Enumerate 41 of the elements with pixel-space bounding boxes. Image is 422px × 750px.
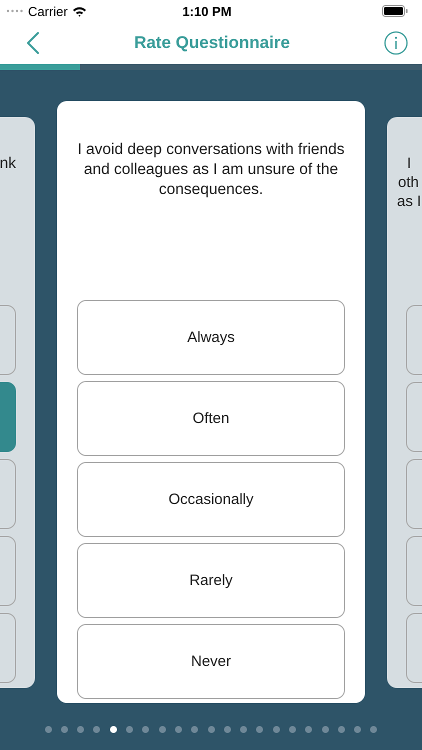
page-dot[interactable] — [322, 726, 329, 733]
page-dot[interactable] — [208, 726, 214, 733]
page-dot[interactable] — [142, 726, 150, 733]
carrier-name: Carrier — [28, 4, 68, 18]
page-dot[interactable] — [256, 726, 264, 733]
info-button[interactable] — [384, 31, 408, 55]
page-dot[interactable] — [305, 726, 312, 733]
answer-option[interactable]: Occasionally — [77, 462, 345, 537]
answer-option[interactable]: Often — [77, 381, 345, 456]
answer-option[interactable]: Always — [77, 300, 345, 375]
page-dot[interactable] — [77, 726, 84, 733]
page-dot[interactable] — [158, 726, 166, 733]
page-dot[interactable] — [370, 726, 378, 733]
page-dot[interactable] — [224, 726, 231, 733]
info-icon — [384, 31, 408, 55]
page-dot[interactable] — [191, 726, 198, 733]
page-dot[interactable] — [44, 726, 52, 733]
page-dot[interactable] — [174, 726, 182, 733]
page-dot[interactable] — [240, 726, 248, 733]
page-dot[interactable] — [93, 726, 100, 733]
answer-option[interactable]: Rarely — [77, 543, 345, 618]
back-button[interactable] — [26, 31, 40, 55]
screen-title: Rate Questionnaire — [134, 33, 290, 53]
question-text: I avoid deep conversations with friends and colleagues as I am unsure of the consequences. — [76, 140, 346, 200]
signal-icon — [6, 9, 24, 13]
page-dot[interactable] — [288, 726, 296, 733]
page-dot[interactable] — [272, 726, 280, 733]
question-text: nk — [0, 154, 16, 173]
page-dot[interactable] — [338, 726, 345, 733]
battery-icon — [382, 5, 408, 17]
page-dot[interactable] — [126, 726, 134, 733]
back-chevron-icon — [26, 31, 40, 55]
page-dot[interactable] — [60, 726, 68, 733]
question-text: oth — [397, 173, 419, 192]
page-dot[interactable] — [354, 726, 362, 733]
question-text: I — [406, 154, 412, 173]
status-time: 1:10 PM — [182, 4, 232, 18]
wifi-icon — [72, 6, 87, 16]
answer-option[interactable]: Never — [77, 624, 345, 699]
page-dot[interactable] — [110, 726, 117, 733]
question-text: as I — [397, 192, 422, 211]
